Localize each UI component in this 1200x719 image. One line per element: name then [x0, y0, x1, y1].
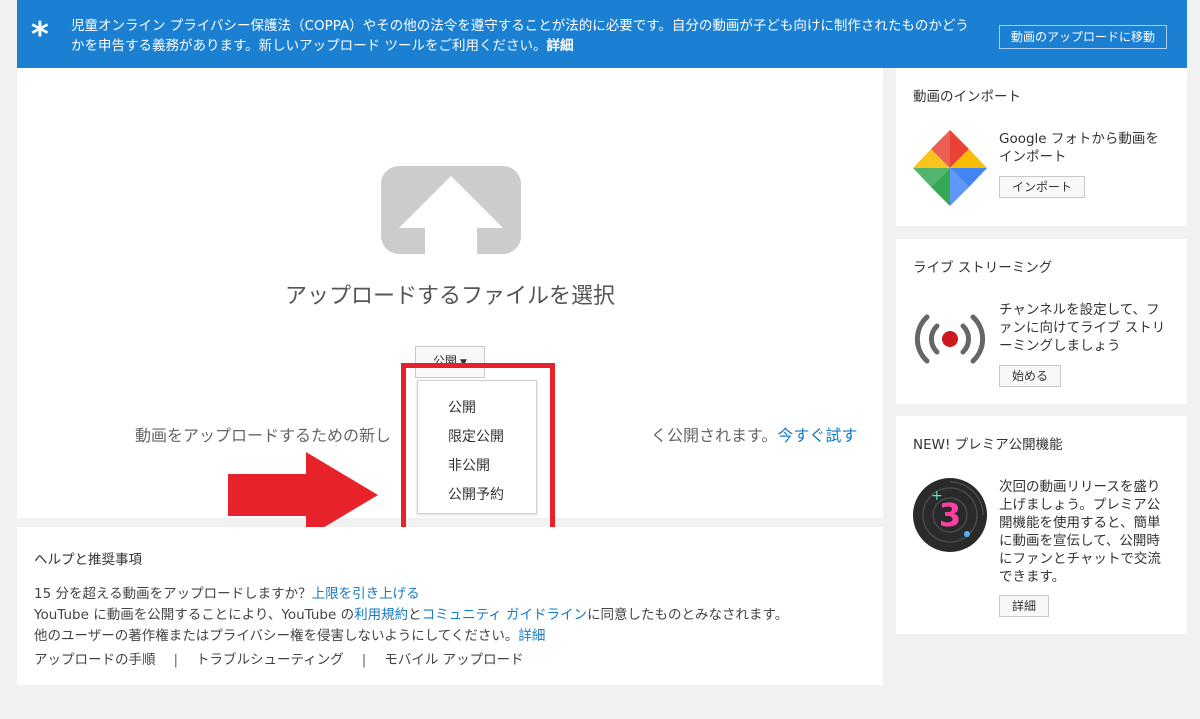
- banner-details-link[interactable]: 詳細: [546, 38, 573, 54]
- community-guidelines-link[interactable]: コミュニティ ガイドライン: [422, 607, 587, 623]
- live-text: チャンネルを設定して、ファンに向けてライブ ストリーミングしましょう: [999, 302, 1166, 354]
- terms-link[interactable]: 利用規約: [354, 607, 408, 623]
- import-title: 動画のインポート: [913, 89, 1021, 105]
- upload-steps-link[interactable]: アップロードの手順: [34, 652, 156, 668]
- help-line2-text-b: と: [408, 607, 422, 623]
- coppa-banner: * 児童オンライン プライバシー保護法（COPPA）やその他の法令を遵守すること…: [17, 0, 1187, 68]
- help-line-3: 他のユーザーの著作権またはプライバシー権を侵害しないようにしてください。詳細: [34, 624, 545, 644]
- start-live-button[interactable]: 始める: [999, 365, 1062, 387]
- premiere-text: 次回の動画リリースを盛り上げましょう。プレミア公開機能を使用すると、簡単に動画を…: [999, 479, 1161, 585]
- import-button[interactable]: インポート: [999, 176, 1086, 198]
- help-links: アップロードの手順 | トラブルシューティング | モバイル アップロード: [34, 648, 524, 668]
- live-broadcast-icon: [914, 314, 986, 364]
- go-to-upload-button[interactable]: 動画のアップロードに移動: [998, 25, 1167, 49]
- premiere-title: NEW! プレミア公開機能: [913, 437, 1063, 453]
- help-line-1: 15 分を超える動画をアップロードしますか？上限を引き上げる: [34, 582, 420, 602]
- copyright-details-link[interactable]: 詳細: [518, 628, 545, 644]
- troubleshooting-link[interactable]: トラブルシューティング: [196, 652, 344, 668]
- banner-text: 児童オンライン プライバシー保護法（COPPA）やその他の法令を遵守することが法…: [71, 16, 971, 56]
- banner-message: 児童オンライン プライバシー保護法（COPPA）やその他の法令を遵守することが法…: [71, 18, 969, 54]
- mobile-upload-link[interactable]: モバイル アップロード: [384, 652, 523, 668]
- notice-text-start: 動画をアップロードするための新し: [135, 426, 392, 445]
- highlight-box: [401, 363, 555, 532]
- separator: |: [173, 652, 179, 668]
- help-line2-text-c: に同意したものとみなされます。: [587, 607, 789, 623]
- try-now-link[interactable]: 今すぐ試す: [777, 426, 857, 445]
- separator: |: [361, 652, 367, 668]
- import-text: Google フォトから動画をインポート: [999, 131, 1159, 165]
- svg-text:+: +: [931, 488, 943, 504]
- premiere-card: NEW! プレミア公開機能 3 + 次回の動画リリースを盛り上げましょう。プレミ…: [896, 416, 1187, 634]
- live-streaming-card: ライブ ストリーミング チャンネルを設定して、ファンに向けてライブ ストリーミン…: [896, 239, 1187, 404]
- raise-limit-link[interactable]: 上限を引き上げる: [312, 586, 420, 602]
- google-photos-icon: [913, 130, 987, 206]
- select-file-title[interactable]: アップロードするファイルを選択: [17, 278, 883, 310]
- notice-text-end: く公開されます。: [651, 426, 778, 445]
- premiere-details-button[interactable]: 詳細: [999, 595, 1050, 617]
- upload-icon[interactable]: [381, 166, 521, 278]
- help-line2-text-a: YouTube に動画を公開することにより、YouTube の: [34, 607, 355, 623]
- help-panel: ヘルプと推奨事項 15 分を超える動画をアップロードしますか？上限を引き上げる …: [17, 527, 883, 685]
- help-line3-text: 他のユーザーの著作権またはプライバシー権を侵害しないようにしてください。: [34, 628, 519, 644]
- live-title: ライブ ストリーミング: [913, 260, 1053, 276]
- help-title: ヘルプと推奨事項: [34, 552, 142, 568]
- help-line-2: YouTube に動画を公開することにより、YouTube の利用規約とコミュニ…: [34, 603, 788, 623]
- import-card: 動画のインポート Google フォトから動画をインポート インポート: [896, 68, 1187, 226]
- asterisk-icon: *: [31, 15, 49, 55]
- help-line1-text: 15 分を超える動画をアップロードしますか？: [34, 586, 312, 602]
- red-arrow-icon: [228, 452, 378, 538]
- premiere-countdown-icon: 3 +: [913, 478, 987, 552]
